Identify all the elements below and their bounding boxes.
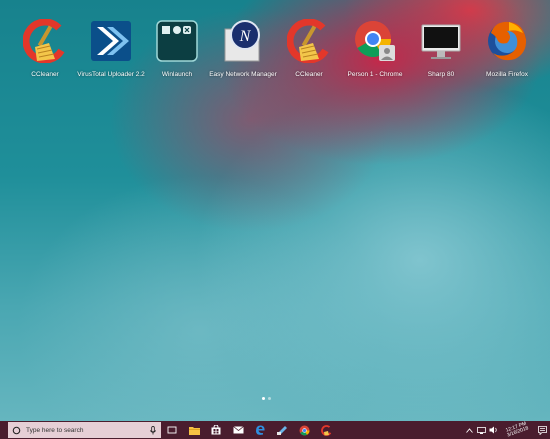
app-sharp-80[interactable]: Sharp 80 bbox=[408, 18, 474, 78]
taskbar-clock[interactable]: 12:17 PM 3/16/2018 bbox=[505, 421, 529, 439]
firefox-icon bbox=[484, 18, 530, 64]
taskbar-ccleaner[interactable] bbox=[315, 421, 337, 439]
page-dot-active[interactable] bbox=[262, 397, 265, 400]
notification-icon bbox=[537, 425, 547, 435]
app-ccleaner-1[interactable]: CCleaner bbox=[12, 18, 78, 78]
speaker-icon bbox=[489, 426, 497, 434]
network-tray-button[interactable] bbox=[476, 421, 488, 439]
monitor-icon bbox=[418, 18, 464, 64]
taskbar-mail[interactable] bbox=[227, 421, 249, 439]
search-placeholder: Type here to search bbox=[26, 426, 84, 434]
svg-text:N: N bbox=[239, 28, 252, 45]
app-label: Sharp 80 bbox=[427, 71, 455, 78]
taskbar-app-tool[interactable] bbox=[271, 421, 293, 439]
app-ccleaner-2[interactable]: CCleaner bbox=[276, 18, 342, 78]
ccleaner-icon bbox=[286, 18, 332, 64]
network-manager-icon: N bbox=[220, 18, 266, 64]
app-mozilla-firefox[interactable]: Mozilla Firefox bbox=[474, 18, 540, 78]
app-label: Winlaunch bbox=[161, 71, 193, 78]
task-view-icon bbox=[167, 426, 177, 434]
ccleaner-icon bbox=[22, 18, 68, 64]
search-box[interactable]: Type here to search bbox=[8, 422, 161, 438]
app-virustotal-uploader[interactable]: VirusTotal Uploader 2.2 bbox=[77, 18, 145, 78]
app-easy-network-manager[interactable]: N Easy Network Manager bbox=[209, 18, 277, 78]
page-indicator bbox=[262, 397, 271, 400]
app-label: CCleaner bbox=[31, 71, 59, 78]
show-hidden-icons-button[interactable] bbox=[464, 421, 476, 439]
virustotal-icon bbox=[88, 18, 134, 64]
taskbar-chrome[interactable] bbox=[293, 421, 315, 439]
app-label: VirusTotal Uploader 2.2 bbox=[77, 71, 145, 78]
volume-tray-button[interactable] bbox=[488, 421, 500, 439]
desktop: CCleaner VirusTotal Uploader 2.2 Winlaun… bbox=[0, 0, 550, 421]
ccleaner-icon bbox=[320, 424, 332, 436]
action-center-button[interactable] bbox=[534, 421, 550, 439]
search-icon bbox=[12, 426, 21, 434]
store-icon bbox=[211, 425, 221, 435]
folder-icon bbox=[188, 426, 200, 435]
taskbar: Type here to search 12:17 PM 3/16/2018 bbox=[0, 421, 550, 439]
taskbar-store[interactable] bbox=[205, 421, 227, 439]
network-icon bbox=[477, 426, 487, 434]
edge-icon bbox=[256, 425, 265, 435]
system-tray: 12:17 PM 3/16/2018 bbox=[464, 421, 550, 439]
page-dot[interactable] bbox=[268, 397, 271, 400]
chevron-up-icon bbox=[466, 427, 474, 433]
app-label: Easy Network Manager bbox=[209, 71, 277, 78]
app-label: CCleaner bbox=[295, 71, 323, 78]
app-label: Mozilla Firefox bbox=[486, 71, 528, 78]
taskbar-edge[interactable] bbox=[249, 421, 271, 439]
mail-icon bbox=[232, 426, 244, 434]
microphone-icon[interactable] bbox=[149, 425, 157, 435]
app-winlaunch[interactable]: Winlaunch bbox=[144, 18, 210, 78]
task-view-button[interactable] bbox=[161, 421, 183, 439]
chrome-icon bbox=[299, 425, 309, 435]
launcher-icon-row: CCleaner VirusTotal Uploader 2.2 Winlaun… bbox=[12, 18, 540, 78]
tool-app-icon bbox=[276, 426, 287, 435]
chrome-icon bbox=[352, 18, 398, 64]
app-label: Person 1 - Chrome bbox=[347, 71, 403, 78]
taskbar-file-explorer[interactable] bbox=[183, 421, 205, 439]
app-chrome-person-1[interactable]: Person 1 - Chrome bbox=[342, 18, 408, 78]
winlaunch-icon bbox=[154, 18, 200, 64]
start-button[interactable] bbox=[0, 421, 4, 439]
